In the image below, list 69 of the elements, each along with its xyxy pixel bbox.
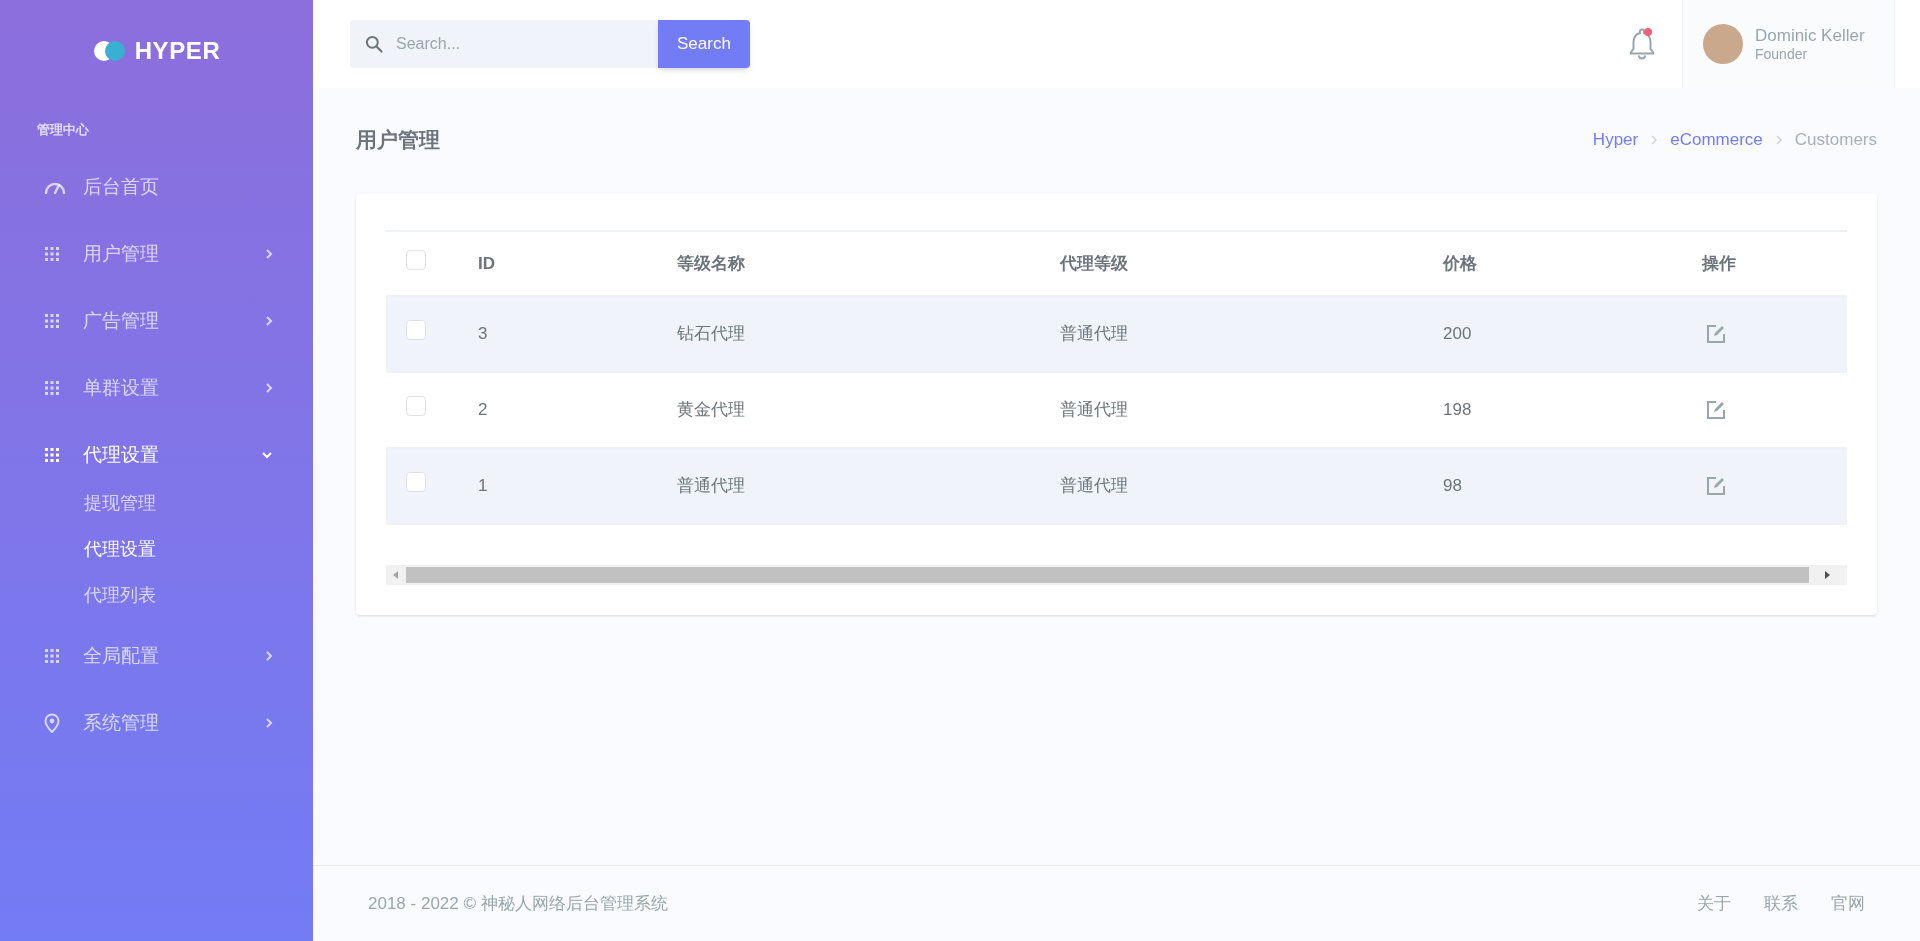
edit-icon[interactable] (1706, 324, 1726, 344)
chevron-right-icon (1775, 135, 1782, 145)
sidebar-item[interactable]: 系统管理 (0, 689, 313, 757)
sidebar-item[interactable]: 全局配置 (0, 622, 313, 690)
table-cell: 普通代理 (677, 476, 745, 496)
breadcrumb-item[interactable]: eCommerce (1670, 127, 1763, 153)
user-role: Founder (1755, 45, 1809, 64)
breadcrumb-item[interactable]: Hyper (1592, 127, 1639, 153)
table-cell: 普通代理 (1060, 476, 1128, 496)
search-button[interactable]: Search (658, 20, 750, 68)
checkbox[interactable] (406, 396, 426, 417)
submenu-item[interactable]: 代理设置 (84, 526, 313, 573)
table-cell: 198 (1443, 400, 1472, 420)
table-cell: 1 (478, 476, 488, 496)
section-title: 管理中心 (36, 121, 90, 139)
sidebar-item[interactable]: 后台首页 (0, 153, 313, 221)
sidebar-item[interactable]: 广告管理 (0, 287, 313, 355)
search-field[interactable]: Search... (350, 20, 658, 68)
edit-icon[interactable] (1706, 476, 1726, 496)
checkbox[interactable] (406, 249, 426, 270)
chevron-right-icon (1651, 135, 1658, 145)
breadcrumb-item: Customers (1794, 129, 1877, 152)
user-name: Dominic Keller (1755, 24, 1865, 46)
table-cell: 黄金代理 (677, 400, 745, 420)
chevron-down-icon (261, 451, 273, 459)
table-cell: 98 (1443, 476, 1462, 496)
horizontal-scrollbar[interactable] (386, 565, 1847, 585)
footer-link[interactable]: 联系 (1764, 890, 1798, 917)
copyright-text: 2018 - 2022 © 神秘人网络后台管理系统 (368, 892, 668, 915)
grid-icon (44, 447, 60, 463)
logo-text: HYPER (134, 36, 221, 66)
chevron-right-icon (265, 248, 273, 260)
column-header: 代理等级 (1060, 253, 1128, 273)
table-cell: 2 (478, 400, 488, 420)
checkbox[interactable] (406, 472, 426, 493)
column-header: 价格 (1443, 253, 1477, 273)
sidebar-item[interactable]: 单群设置 (0, 354, 313, 422)
table-cell: 3 (478, 324, 488, 344)
footer-link[interactable]: 官网 (1831, 890, 1865, 917)
logo-icon (92, 40, 127, 62)
search-icon (364, 34, 384, 54)
edit-icon[interactable] (1706, 400, 1726, 420)
chevron-right-icon (265, 717, 273, 729)
chevron-right-icon (265, 382, 273, 394)
grid-icon (44, 380, 60, 396)
gauge-icon (44, 180, 66, 194)
chevron-right-icon (265, 650, 273, 662)
column-header: 操作 (1702, 253, 1736, 273)
grid-icon (44, 313, 60, 329)
table-cell: 普通代理 (1060, 400, 1128, 420)
notification-bell-icon[interactable] (1627, 27, 1657, 61)
avatar (1703, 24, 1743, 64)
scroll-right-icon[interactable] (1824, 570, 1832, 580)
map-pin-icon (44, 713, 60, 733)
page-title: 用户管理 (356, 127, 440, 154)
checkbox[interactable] (406, 320, 426, 341)
table-cell: 钻石代理 (677, 324, 745, 344)
user-panel[interactable]: Dominic Keller Founder (1682, 0, 1895, 88)
chevron-right-icon (265, 315, 273, 327)
grid-icon (44, 246, 60, 262)
grid-icon (44, 648, 60, 664)
column-header: 等级名称 (677, 253, 745, 273)
table-cell: 普通代理 (1060, 324, 1128, 344)
footer-link[interactable]: 关于 (1697, 890, 1731, 917)
submenu-item[interactable]: 代理列表 (84, 572, 313, 619)
search-input: Search... (396, 32, 626, 56)
table-cell: 200 (1443, 324, 1472, 344)
sidebar-item[interactable]: 用户管理 (0, 220, 313, 288)
column-header: ID (478, 253, 495, 273)
